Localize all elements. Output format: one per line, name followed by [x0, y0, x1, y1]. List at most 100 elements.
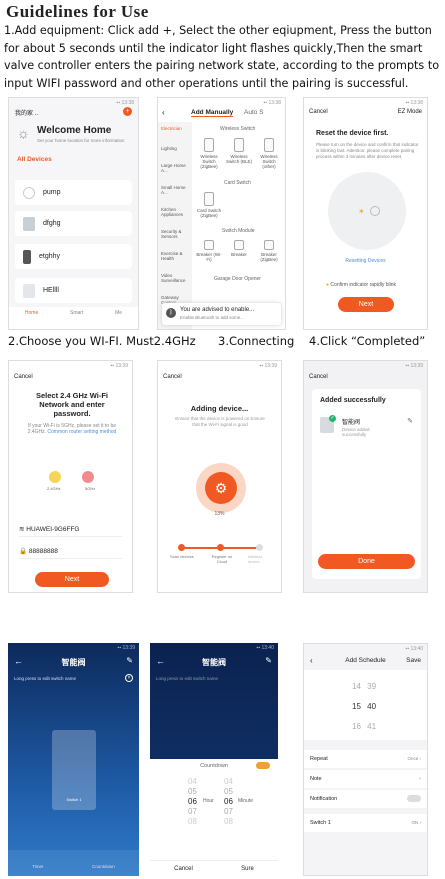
- caption-completed: 4.Click “Completed”: [309, 334, 426, 348]
- time-picker[interactable]: 14 39 15 40 16 41: [304, 670, 427, 740]
- sun-icon: ☼: [17, 125, 30, 141]
- router-help-link[interactable]: Common router setting method: [47, 429, 116, 435]
- countdown-toggle[interactable]: [256, 762, 270, 769]
- tab-add-manually[interactable]: Add Manually: [191, 109, 234, 117]
- close-icon[interactable]: ×: [125, 674, 133, 682]
- breaker-icon: [264, 240, 274, 250]
- device-row[interactable]: dfghg: [15, 211, 132, 236]
- device-type[interactable]: Wireless Switch (ZigBee): [196, 138, 222, 169]
- wifi-icon: ≋: [19, 526, 25, 533]
- ssid-field[interactable]: ≋ HUAWEI-9G6FFG: [19, 525, 122, 537]
- save-button[interactable]: Save: [406, 657, 421, 664]
- tab-home[interactable]: Home: [25, 310, 38, 329]
- device-type[interactable]: Breaker (ZigBee): [256, 240, 282, 262]
- breaker-icon: [204, 240, 214, 250]
- phone-add-device: ▪▪ 13:38 ‹ Add Manually Auto S Electrici…: [157, 97, 286, 330]
- minute-wheel[interactable]: 04 05 06 07 08: [224, 777, 233, 827]
- page-title: Guidelines for Use: [6, 2, 149, 21]
- countdown-sheet: Countdown 04 05 06 07 08 Hour 04 05 06 0…: [150, 759, 278, 876]
- switch-button[interactable]: Switch 1: [52, 730, 96, 810]
- valve-icon: [23, 216, 35, 231]
- repeat-row[interactable]: Repeat Once ›: [304, 750, 427, 768]
- category-item[interactable]: Exercise & Health: [161, 251, 189, 261]
- phone-countdown: ▪▪ 13:40 ← 智能阀 ✎ Long press to edit swit…: [150, 643, 278, 876]
- ez-mode-button[interactable]: EZ Mode: [398, 109, 422, 115]
- edit-icon[interactable]: ✎: [126, 656, 133, 665]
- confirm-checkbox[interactable]: ● Confirm indicator rapidly blink: [326, 282, 396, 288]
- device-type[interactable]: Breaker (Wi-Fi): [196, 240, 222, 262]
- a4-icon: [23, 283, 35, 298]
- phone-adding: ▪▪ 13:39 Cancel Adding device... Ensure …: [157, 360, 282, 593]
- caption-wifi: 2.Choose you WI-FI. Must2.4GHz: [8, 334, 196, 348]
- all-devices-tab[interactable]: All Devices: [17, 156, 52, 163]
- bluetooth-icon: ᛒ: [166, 308, 176, 318]
- phone-wifi: ▪▪ 13:39 Cancel Select 2.4 GHz Wi-Fi Net…: [8, 360, 133, 593]
- card-icon: [204, 192, 214, 206]
- reset-illustration: ✶: [328, 172, 406, 250]
- done-button[interactable]: Done: [318, 554, 415, 569]
- intro-text: 1.Add equipment: Click add +, Select the…: [4, 24, 440, 90]
- device-type[interactable]: Wireless Switch (other): [256, 138, 282, 169]
- add-icon[interactable]: +: [123, 107, 132, 116]
- progress-percent: 13%: [214, 511, 225, 517]
- cancel-button[interactable]: Cancel: [174, 861, 193, 876]
- phone-schedule: ▪▪ 13:40 ‹ Add Schedule Save 14 39 15 40…: [303, 643, 428, 876]
- lock-icon: 🔒: [19, 548, 28, 555]
- sure-button[interactable]: Sure: [241, 861, 254, 876]
- device-row[interactable]: HEllll: [15, 278, 132, 303]
- next-button[interactable]: Next: [338, 297, 394, 312]
- device-type[interactable]: Breaker: [226, 240, 252, 257]
- note-row[interactable]: Note ›: [304, 770, 427, 788]
- wifi-5-icon: [82, 471, 94, 483]
- switch-row[interactable]: Switch 1 ON ›: [304, 814, 427, 832]
- category-item[interactable]: Small Home A...: [161, 185, 189, 195]
- edit-icon[interactable]: ✎: [265, 656, 272, 665]
- reset-help-link[interactable]: Resetting Devices: [304, 258, 427, 264]
- password-field[interactable]: 🔒 88888888: [19, 547, 122, 559]
- phone-added: ▪▪ 13:39 Cancel Added successfully ✓ 智能阀…: [303, 360, 428, 593]
- cancel-button[interactable]: Cancel: [14, 374, 33, 380]
- switch-icon: [234, 138, 244, 152]
- tab-me[interactable]: Me: [115, 310, 122, 329]
- tab-bar: Home Smart Me: [9, 307, 138, 329]
- device-row[interactable]: pump: [15, 180, 132, 205]
- back-icon[interactable]: ‹: [162, 108, 165, 117]
- cancel-button[interactable]: Cancel: [309, 109, 328, 115]
- switch-icon: [23, 249, 31, 264]
- pump-icon: [23, 186, 35, 199]
- device-type[interactable]: Wireless Switch (BLE): [226, 138, 252, 164]
- category-item[interactable]: Large Home A...: [161, 163, 189, 173]
- cancel-button[interactable]: Cancel: [309, 374, 328, 380]
- home-label[interactable]: 我的家 ..: [15, 108, 38, 117]
- bluetooth-banner[interactable]: ᛒ You are advised to enable... Enable Bl…: [162, 303, 281, 325]
- check-icon: ●: [326, 282, 330, 288]
- cancel-button[interactable]: Cancel: [163, 374, 182, 380]
- category-item[interactable]: Security & Sensors: [161, 229, 189, 239]
- wifi-24-icon: [49, 471, 61, 483]
- category-item[interactable]: Video Surveillance: [161, 273, 189, 283]
- category-item[interactable]: Kitchen Appliances: [161, 207, 189, 217]
- hour-wheel[interactable]: 04 05 06 07 08: [188, 777, 197, 827]
- switch-icon: [264, 138, 274, 152]
- edit-icon[interactable]: ✎: [407, 417, 413, 425]
- phone-reset: ▪▪ 13:38 Cancel EZ Mode Reset the device…: [303, 97, 428, 330]
- category-item[interactable]: Lighting: [161, 146, 189, 151]
- progress-ring: ⚙: [196, 463, 246, 513]
- chevron-right-icon: ›: [419, 776, 421, 782]
- tab-auto-scan[interactable]: Auto S: [244, 109, 264, 116]
- tab-smart[interactable]: Smart: [70, 310, 83, 329]
- phone-home: ▪▪ 13:38 我的家 .. + ☼ Welcome Home Set you…: [8, 97, 139, 330]
- phone-switch: ▪▪ 13:39 ← 智能阀 ✎ Long press to edit swit…: [8, 643, 139, 876]
- blink-icon: ✶: [358, 207, 365, 216]
- device-type[interactable]: Card Switch (ZigBee): [196, 192, 222, 218]
- welcome-title: Welcome Home: [37, 125, 112, 136]
- notification-toggle[interactable]: [407, 795, 421, 802]
- countdown-button[interactable]: Countdown: [92, 864, 115, 876]
- success-check-icon: ✓: [329, 415, 336, 422]
- timer-button[interactable]: Timer: [32, 864, 43, 876]
- caption-connecting: 3.Connecting: [218, 334, 295, 348]
- next-button[interactable]: Next: [35, 572, 109, 587]
- category-item[interactable]: Electrician: [161, 126, 189, 131]
- device-row[interactable]: etghhy: [15, 244, 132, 269]
- notification-row: Notification: [304, 790, 427, 808]
